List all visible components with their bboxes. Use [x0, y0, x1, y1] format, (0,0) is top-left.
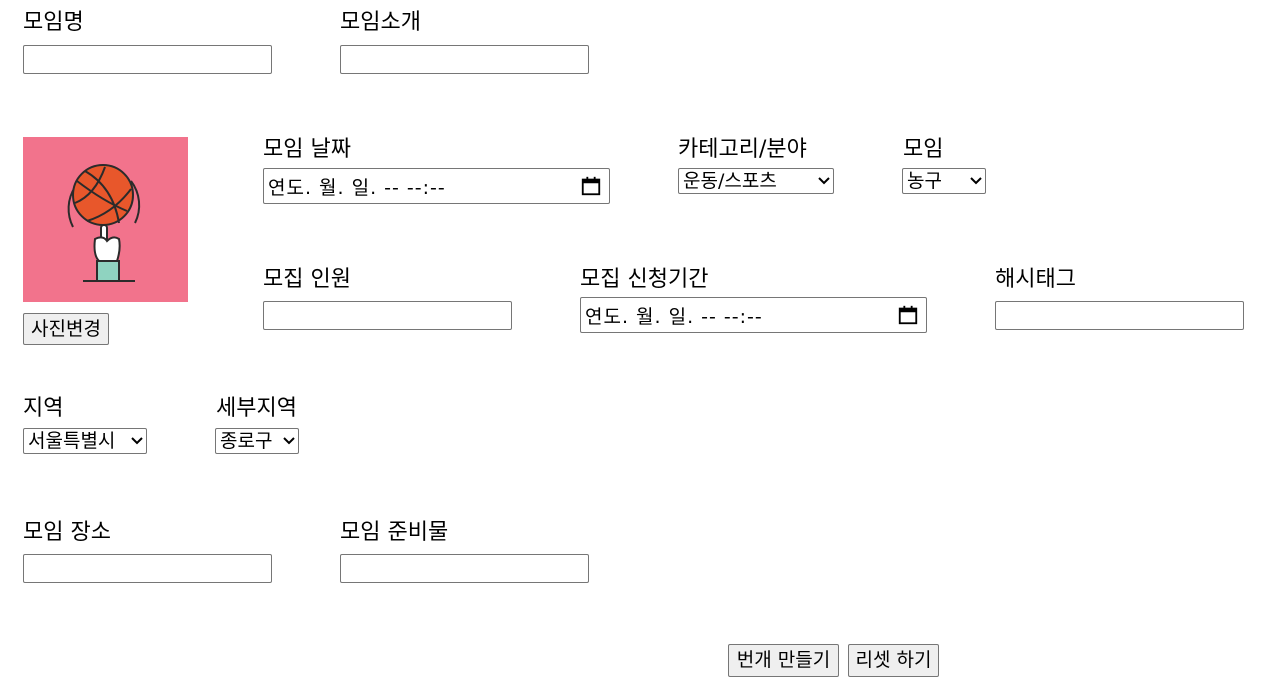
supplies-label: 모임 준비물 [340, 520, 449, 545]
region-value: 서울특별시 [28, 430, 116, 452]
group-type-value: 농구 [907, 170, 942, 192]
create-button[interactable]: 번개 만들기 [728, 644, 839, 677]
subregion-select[interactable]: 종로구 [215, 428, 299, 454]
chevron-down-icon [283, 437, 295, 445]
group-name-input[interactable] [23, 45, 272, 74]
subregion-label: 세부지역 [216, 396, 297, 421]
category-select[interactable]: 운동/스포츠 [678, 168, 834, 194]
supplies-input[interactable] [340, 554, 589, 583]
basketball-spin-icon [67, 164, 141, 282]
apply-period-label: 모집 신청기간 [580, 267, 709, 292]
region-select[interactable]: 서울특별시 [23, 428, 147, 454]
date-label: 모임 날짜 [263, 137, 351, 162]
group-intro-input[interactable] [340, 45, 589, 74]
place-label: 모임 장소 [23, 520, 111, 545]
category-label: 카테고리/분야 [678, 137, 807, 162]
chevron-down-icon [131, 437, 143, 445]
category-value: 운동/스포츠 [683, 170, 777, 192]
apply-period-placeholder: 연도. 월. 일. -- --:-- [585, 305, 763, 328]
hashtag-label: 해시태그 [995, 267, 1076, 292]
place-input[interactable] [23, 554, 272, 583]
group-type-select[interactable]: 농구 [902, 168, 986, 194]
date-input[interactable]: 연도. 월. 일. -- --:-- [263, 168, 610, 204]
chevron-down-icon [970, 177, 982, 185]
reset-button[interactable]: 리셋 하기 [848, 644, 939, 677]
chevron-down-icon [818, 177, 830, 185]
group-image [23, 137, 188, 302]
group-name-label: 모임명 [23, 10, 84, 35]
calendar-icon[interactable] [580, 175, 602, 197]
photo-change-button[interactable]: 사진변경 [23, 313, 109, 345]
region-label: 지역 [23, 396, 64, 421]
group-intro-label: 모임소개 [340, 10, 421, 35]
group-type-label: 모임 [903, 137, 944, 162]
subregion-value: 종로구 [220, 430, 273, 452]
recruit-count-input[interactable] [263, 301, 512, 330]
recruit-count-label: 모집 인원 [263, 267, 351, 292]
apply-period-input[interactable]: 연도. 월. 일. -- --:-- [580, 297, 927, 333]
hashtag-input[interactable] [995, 301, 1244, 330]
date-placeholder: 연도. 월. 일. -- --:-- [268, 176, 446, 199]
calendar-icon[interactable] [897, 304, 919, 326]
